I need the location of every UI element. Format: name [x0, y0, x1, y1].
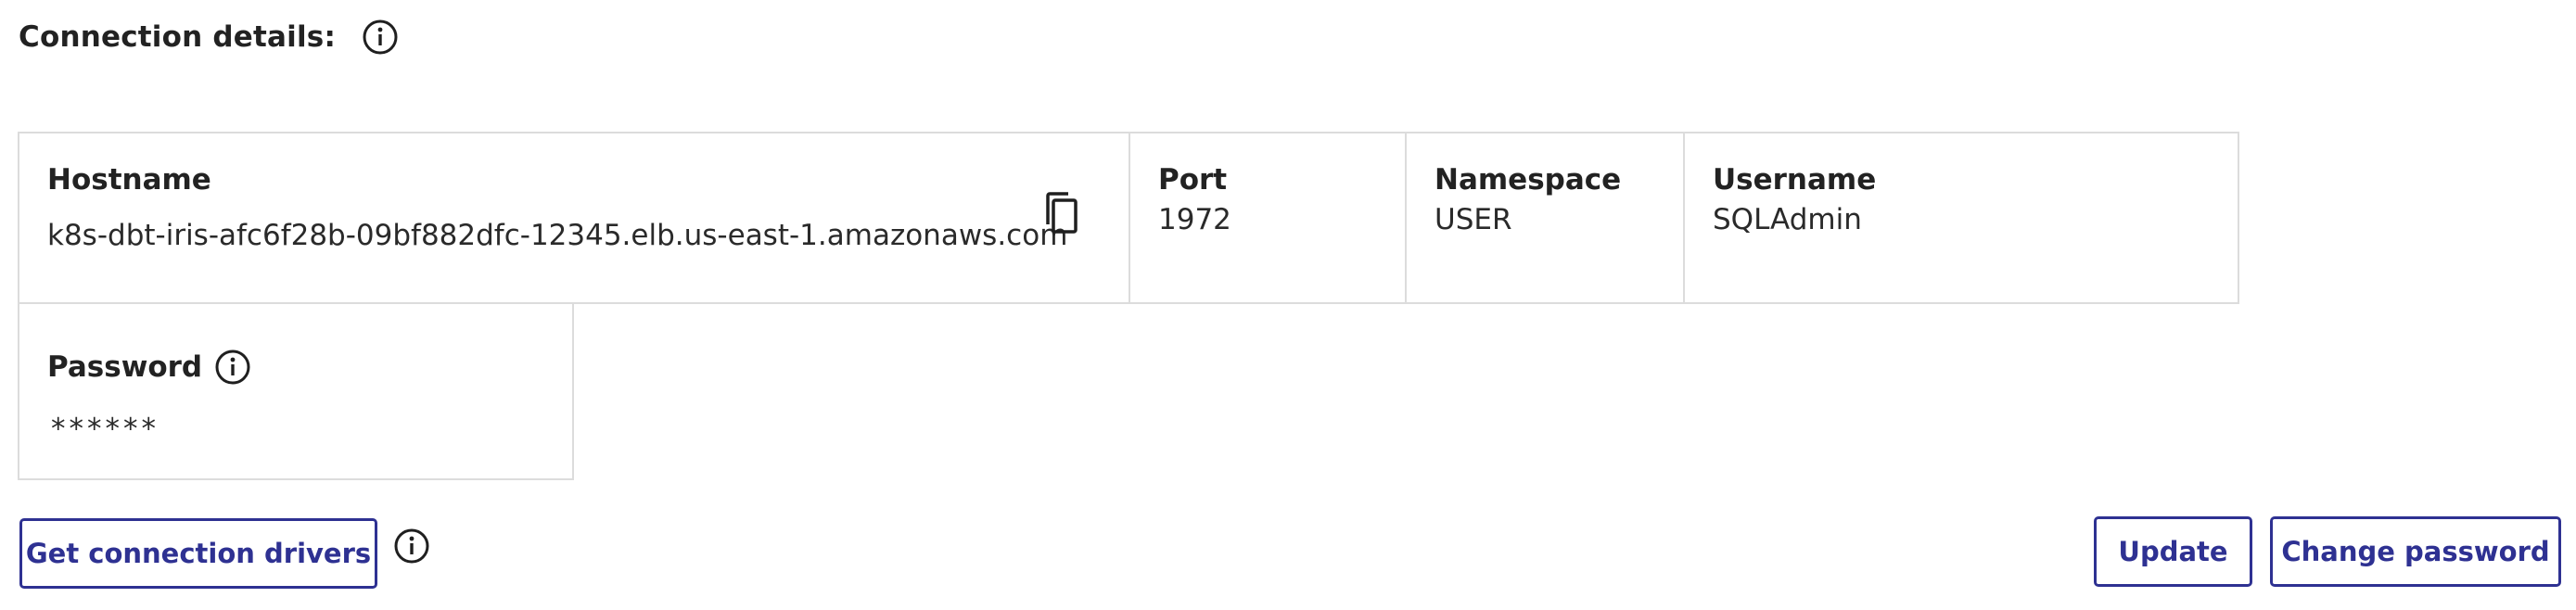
port-label: Port	[1158, 163, 1228, 197]
section-title: Connection details:	[19, 20, 337, 54]
password-value: ******	[51, 413, 159, 446]
namespace-label: Namespace	[1435, 163, 1622, 197]
hostname-label: Hostname	[47, 163, 211, 197]
hostname-cell: Hostname k8s-dbt-iris-afc6f28b-09bf882df…	[18, 132, 1130, 304]
namespace-value: USER	[1435, 203, 1512, 236]
username-value: SQLAdmin	[1713, 203, 1862, 236]
port-value: 1972	[1158, 203, 1231, 236]
info-icon[interactable]	[214, 349, 251, 386]
info-icon[interactable]	[393, 527, 430, 565]
get-connection-drivers-button[interactable]: Get connection drivers	[19, 518, 377, 589]
namespace-cell: Namespace USER	[1405, 132, 1685, 304]
change-password-button[interactable]: Change password	[2270, 516, 2561, 587]
port-cell: Port 1972	[1129, 132, 1407, 304]
copy-icon[interactable]	[1039, 189, 1082, 237]
hostname-value: k8s-dbt-iris-afc6f28b-09bf882dfc-12345.e…	[47, 219, 1068, 252]
update-button[interactable]: Update	[2094, 516, 2252, 587]
username-label: Username	[1713, 163, 1877, 197]
info-icon[interactable]	[362, 19, 399, 56]
password-label: Password	[47, 350, 203, 384]
username-cell: Username SQLAdmin	[1683, 132, 2239, 304]
connection-details-header: Connection details:	[19, 13, 399, 61]
password-cell: Password ******	[18, 302, 574, 480]
